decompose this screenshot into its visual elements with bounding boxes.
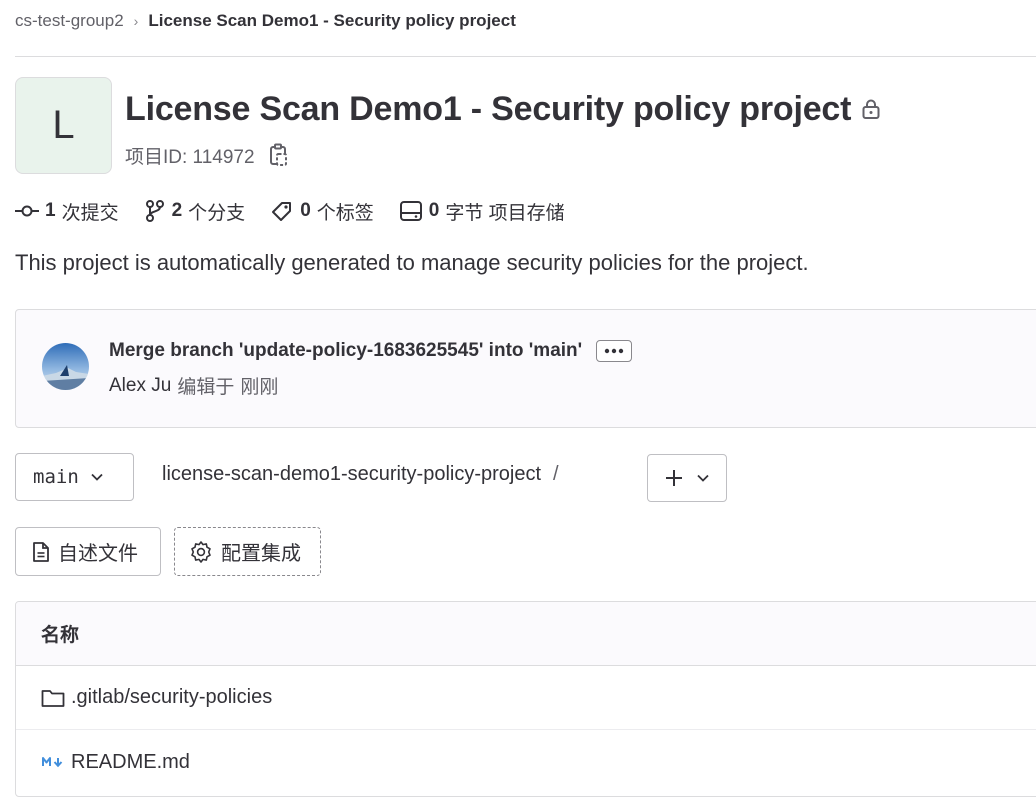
repo-path-link[interactable]: license-scan-demo1-security-policy-proje…	[162, 463, 541, 485]
breadcrumb-separator: ›	[133, 13, 139, 29]
copy-icon[interactable]	[269, 143, 289, 167]
commit-author-link[interactable]: Alex Ju	[109, 375, 171, 397]
configure-integrations-label: 配置集成	[221, 543, 301, 565]
file-name[interactable]: README.md	[71, 751, 190, 774]
breadcrumb: cs-test-group2 › License Scan Demo1 - Se…	[15, 8, 516, 34]
commit-title-link[interactable]: Merge branch 'update-policy-1683625545' …	[109, 340, 582, 362]
project-stats: 1 次提交 2 个分支 0 个标签 0 字节 项目存储	[15, 196, 590, 226]
table-row[interactable]: README.md	[16, 730, 1036, 794]
stat-commits[interactable]: 1 次提交	[15, 198, 119, 225]
stat-commits-label: 次提交	[61, 202, 119, 224]
project-description: This project is automatically generated …	[15, 250, 809, 275]
table-header-name: 名称	[16, 602, 1036, 666]
stat-storage-label: 字节 项目存储	[445, 202, 565, 224]
project-avatar: L	[15, 77, 112, 174]
project-title-row: License Scan Demo1 - Security policy pro…	[125, 86, 881, 132]
storage-icon	[399, 201, 422, 221]
repo-path-breadcrumb: license-scan-demo1-security-policy-proje…	[162, 463, 559, 486]
stat-commits-count: 1	[45, 200, 56, 221]
stat-tags-count: 0	[300, 200, 311, 221]
folder-icon	[41, 688, 65, 708]
branch-icon	[145, 200, 164, 222]
avatar[interactable]	[42, 343, 89, 390]
stat-storage-count: 0	[428, 200, 440, 221]
project-page: cs-test-group2 › License Scan Demo1 - Se…	[0, 0, 1036, 810]
ellipsis-icon	[604, 348, 624, 354]
markdown-icon	[41, 755, 65, 769]
stat-tags-label: 个标签	[316, 202, 374, 224]
stat-branches-count: 2	[171, 200, 183, 221]
header-divider	[15, 56, 1036, 57]
chevron-down-icon	[91, 473, 103, 481]
lock-icon	[861, 98, 881, 120]
document-icon	[33, 541, 49, 562]
branch-selector[interactable]: main	[15, 453, 134, 501]
project-id: 项目ID: 114972	[125, 146, 255, 168]
commit-title-row: Merge branch 'update-policy-1683625545' …	[109, 340, 633, 362]
file-tree-table: 名称 .gitlab/security-policies README.md	[15, 601, 1036, 797]
last-commit-card: Merge branch 'update-policy-1683625545' …	[15, 309, 1036, 428]
table-row[interactable]: .gitlab/security-policies	[16, 666, 1036, 730]
stat-branches-label: 个分支	[188, 202, 246, 224]
breadcrumb-group-link[interactable]: cs-test-group2	[15, 11, 124, 31]
commit-expand-button[interactable]	[596, 340, 633, 362]
page-title: License Scan Demo1 - Security policy pro…	[125, 89, 852, 128]
gear-icon	[191, 540, 211, 563]
commit-meta: Alex Ju 编辑于 刚刚	[109, 372, 278, 399]
commit-edited-label: 编辑于	[177, 377, 235, 398]
commit-time: 刚刚	[240, 377, 279, 398]
project-id-row: 项目ID: 114972	[125, 140, 289, 170]
readme-button[interactable]: 自述文件	[15, 527, 161, 576]
configure-integrations-button[interactable]: 配置集成	[174, 527, 321, 576]
stat-tags[interactable]: 0 个标签	[270, 198, 374, 225]
readme-button-label: 自述文件	[58, 543, 138, 565]
stat-storage[interactable]: 0 字节 项目存储	[399, 198, 565, 225]
commit-icon	[15, 205, 39, 217]
plus-icon	[665, 469, 683, 487]
repo-path-separator: /	[553, 463, 559, 485]
chevron-down-icon	[697, 474, 709, 482]
tag-icon	[272, 202, 292, 221]
file-name[interactable]: .gitlab/security-policies	[71, 686, 272, 709]
branch-selector-label: main	[33, 466, 79, 488]
breadcrumb-current[interactable]: License Scan Demo1 - Security policy pro…	[148, 11, 516, 31]
project-avatar-letter: L	[52, 103, 75, 147]
add-to-tree-button[interactable]	[647, 454, 727, 502]
stat-branches[interactable]: 2 个分支	[144, 198, 246, 225]
